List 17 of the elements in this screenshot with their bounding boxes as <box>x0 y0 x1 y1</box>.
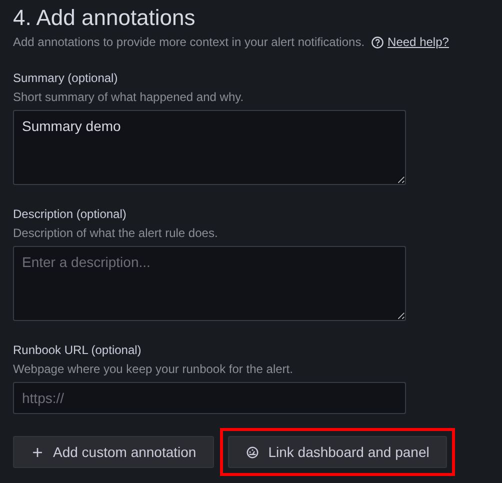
help-icon <box>370 36 384 48</box>
field-label: Description (optional) <box>13 206 126 222</box>
input-field[interactable]: https:// <box>13 382 406 414</box>
field-label: Runbook URL (optional) <box>13 342 142 358</box>
add-annotation-button[interactable]: Add custom annotation <box>13 436 214 468</box>
link-button[interactable]: Link dashboard and panel <box>228 436 448 468</box>
section-description: Add annotations to provide more context in your alert notifications. <box>13 35 365 49</box>
field-hint: Webpage where you keep your runbook for the alert. <box>13 361 293 377</box>
dashboard-icon <box>246 446 260 458</box>
help-link[interactable]: Need help? <box>370 35 449 49</box>
plus-icon <box>31 446 44 458</box>
field-label: Summary (optional) <box>13 70 118 86</box>
text-area[interactable]: Summary demo <box>13 110 406 185</box>
field-hint: Short summary of what happened and why. <box>13 89 244 105</box>
field-hint: Description of what the alert rule does. <box>13 225 218 241</box>
section-title: 4. Add annotations <box>13 4 196 32</box>
text-area[interactable]: Enter a description... <box>13 246 406 321</box>
